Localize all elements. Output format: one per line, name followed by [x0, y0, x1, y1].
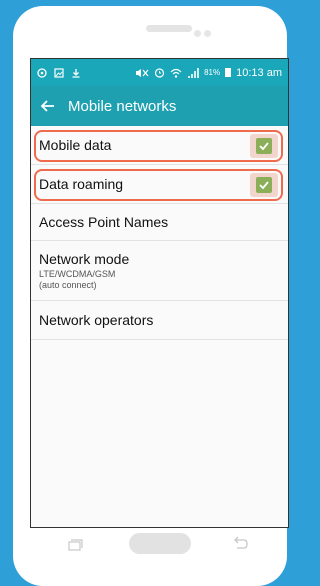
setting-label: Network mode: [39, 250, 130, 267]
alarm-icon: [154, 67, 165, 78]
check-icon: [259, 181, 269, 190]
setting-label: Data roaming: [39, 176, 124, 192]
wifi-icon: [170, 68, 182, 78]
mobile-data-checkbox[interactable]: [256, 138, 272, 154]
recent-apps-icon[interactable]: [67, 538, 83, 551]
setting-label: Mobile data: [39, 137, 112, 153]
setting-label: Access Point Names: [39, 214, 169, 230]
setting-data-roaming[interactable]: Data roaming: [31, 165, 288, 204]
phone-screen: 81% 10:13 am Mobile networks Mobile data…: [30, 58, 289, 528]
setting-access-point-names[interactable]: Access Point Names: [31, 204, 288, 241]
signal-icon: [187, 67, 199, 78]
page-title: Mobile networks: [68, 97, 177, 115]
back-arrow-icon[interactable]: [40, 98, 56, 114]
app-bar: Mobile networks: [31, 86, 288, 126]
setting-label: Network operators: [39, 312, 154, 328]
setting-network-mode[interactable]: Network mode LTE/WCDMA/GSM (auto connect…: [31, 241, 288, 301]
battery-percent: 81%: [204, 68, 221, 77]
sensor-dot: [194, 30, 201, 37]
whatsapp-icon: [37, 67, 47, 78]
setting-value: LTE/WCDMA/GSM: [39, 268, 116, 279]
setting-mobile-data[interactable]: Mobile data: [31, 126, 288, 165]
home-button[interactable]: [129, 533, 191, 554]
speaker-grille: [146, 25, 192, 32]
data-roaming-checkbox[interactable]: [256, 177, 272, 193]
check-icon: [259, 142, 269, 151]
clock: 10:13 am: [236, 66, 282, 79]
status-bar: 81% 10:13 am: [31, 59, 288, 86]
battery-icon: [225, 68, 232, 77]
mute-icon: [135, 68, 149, 78]
back-button-icon[interactable]: [231, 536, 249, 552]
setting-value-note: (auto connect): [39, 279, 97, 290]
setting-network-operators[interactable]: Network operators: [31, 301, 288, 340]
settings-list: Mobile data Data roaming Access Point Na…: [31, 126, 288, 340]
download-icon: [71, 68, 81, 78]
image-icon: [54, 67, 64, 78]
front-camera: [204, 30, 211, 37]
